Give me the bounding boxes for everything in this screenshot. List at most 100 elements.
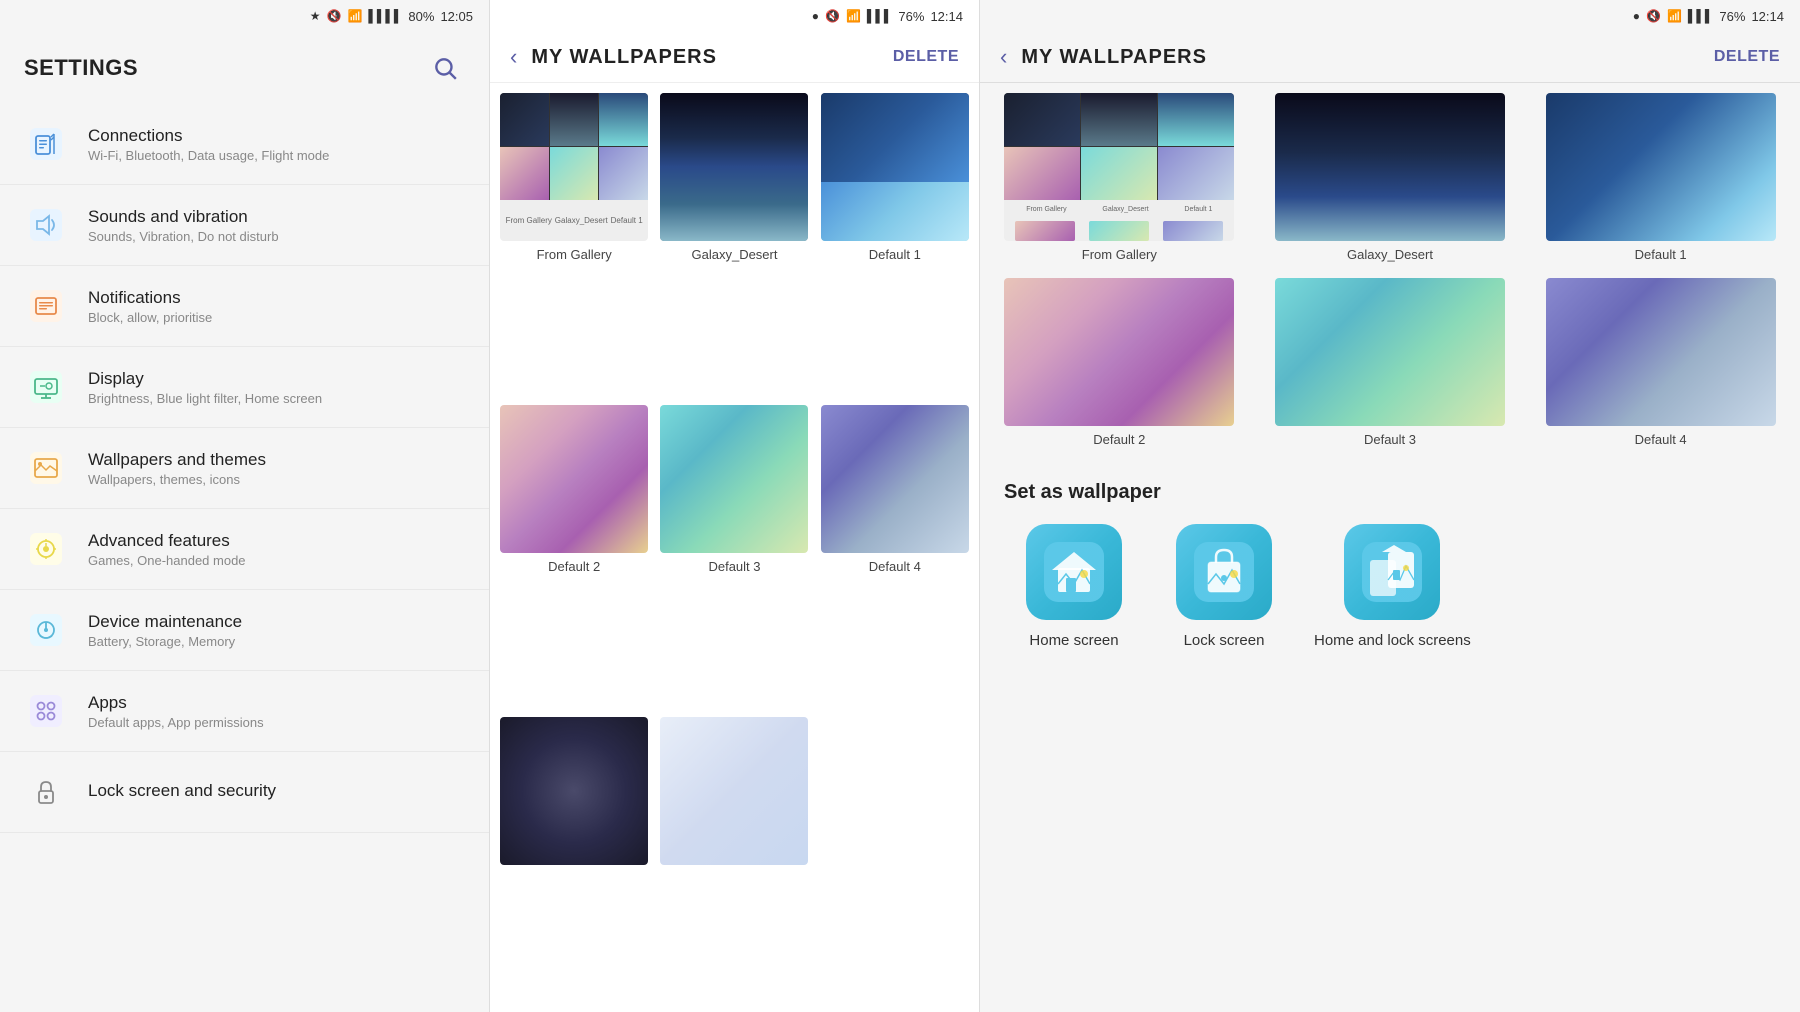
- wallpaper-label-right-galaxy-desert: Galaxy_Desert: [1347, 247, 1433, 262]
- bt-icon-3: ●: [1633, 9, 1640, 23]
- wallpaper-label-from-gallery: From Gallery: [537, 247, 612, 262]
- sounds-icon: [24, 203, 68, 247]
- wallpaper-thumb-right-default3: [1275, 278, 1505, 426]
- search-button[interactable]: [425, 48, 465, 88]
- advanced-title: Advanced features: [88, 531, 246, 551]
- delete-button-middle[interactable]: DELETE: [893, 48, 959, 66]
- delete-button-right[interactable]: DELETE: [1714, 48, 1780, 66]
- mute-icon-2: 🔇: [825, 9, 840, 23]
- lock-screen-label: Lock screen: [1184, 632, 1265, 649]
- sounds-text: Sounds and vibration Sounds, Vibration, …: [88, 207, 279, 244]
- wallpaper-cell-dark-spiral[interactable]: [494, 711, 654, 1008]
- wallpaper-thumb-right-from-gallery: From GalleryGalaxy_DesertDefault 1: [1004, 93, 1234, 241]
- wallpapers-icon: [24, 446, 68, 490]
- back-button-right[interactable]: ‹: [1000, 44, 1007, 70]
- wallpaper-label-right-default4: Default 4: [1635, 432, 1687, 447]
- status-bar-3: ● 🔇 📶 ▌▌▌ 76% 12:14: [980, 0, 1800, 32]
- device-text: Device maintenance Battery, Storage, Mem…: [88, 612, 242, 649]
- wallpaper-label-default2: Default 2: [548, 559, 600, 574]
- display-text: Display Brightness, Blue light filter, H…: [88, 369, 322, 406]
- lockscreen-icon: [24, 770, 68, 814]
- notifications-text: Notifications Block, allow, prioritise: [88, 288, 212, 325]
- wifi-icon-3: 📶: [1667, 9, 1682, 23]
- apps-text: Apps Default apps, App permissions: [88, 693, 264, 730]
- settings-item-wallpapers[interactable]: Wallpapers and themes Wallpapers, themes…: [0, 428, 489, 509]
- settings-item-lockscreen[interactable]: Lock screen and security: [0, 752, 489, 833]
- connections-icon: [24, 122, 68, 166]
- wallpapers-grid-right: From GalleryGalaxy_DesertDefault 1 From …: [980, 83, 1800, 461]
- wallpaper-cell-right-default2[interactable]: Default 2: [984, 272, 1255, 457]
- wallpapers-text: Wallpapers and themes Wallpapers, themes…: [88, 450, 266, 487]
- wallpapers-subtitle: Wallpapers, themes, icons: [88, 472, 266, 487]
- settings-item-device[interactable]: Device maintenance Battery, Storage, Mem…: [0, 590, 489, 671]
- wallpaper-cell-galaxy-desert[interactable]: Galaxy_Desert: [654, 87, 814, 399]
- settings-title: SETTINGS: [24, 55, 138, 81]
- wallpaper-thumb-white-feather: [660, 717, 808, 865]
- bluetooth-icon: ★: [310, 9, 321, 23]
- signal-icon-3: ▌▌▌: [1688, 9, 1714, 23]
- wallpapers-header-right: ‹ MY WALLPAPERS DELETE: [980, 32, 1800, 83]
- status-bar-2: ● 🔇 📶 ▌▌▌ 76% 12:14: [490, 0, 979, 32]
- wallpaper-cell-right-default4[interactable]: Default 4: [1525, 272, 1796, 457]
- notifications-subtitle: Block, allow, prioritise: [88, 310, 212, 325]
- time-text-3: 12:14: [1751, 9, 1784, 24]
- wallpaper-cell-white-feather[interactable]: [654, 711, 814, 1008]
- connections-title: Connections: [88, 126, 329, 146]
- wallpapers-title-right: MY WALLPAPERS: [1021, 46, 1207, 69]
- wallpaper-cell-right-default1[interactable]: Default 1: [1525, 87, 1796, 272]
- lockscreen-text: Lock screen and security: [88, 781, 276, 803]
- status-bar-1: ★ 🔇 📶 ▌▌▌▌ 80% 12:05: [0, 0, 489, 32]
- time-text-1: 12:05: [440, 9, 473, 24]
- wallpaper-thumb-right-default4: [1546, 278, 1776, 426]
- settings-item-notifications[interactable]: Notifications Block, allow, prioritise: [0, 266, 489, 347]
- set-as-wallpaper-title: Set as wallpaper: [1004, 481, 1776, 504]
- wallpaper-cell-right-from-gallery[interactable]: From GalleryGalaxy_DesertDefault 1 From …: [984, 87, 1255, 272]
- wallpaper-thumb-default1: [821, 93, 969, 241]
- wallpaper-option-home-and-lock[interactable]: Home and lock screens: [1314, 524, 1471, 649]
- wallpaper-cell-from-gallery[interactable]: From Gallery Galaxy_Desert Default 1 Fro…: [494, 87, 654, 399]
- wallpaper-label-default4: Default 4: [869, 559, 921, 574]
- settings-item-sounds[interactable]: Sounds and vibration Sounds, Vibration, …: [0, 185, 489, 266]
- signal-icon: ▌▌▌▌: [368, 9, 402, 23]
- wallpaper-cell-default3[interactable]: Default 3: [654, 399, 814, 711]
- header-left-right: ‹ MY WALLPAPERS: [1000, 44, 1207, 70]
- wallpapers-title-middle: MY WALLPAPERS: [531, 46, 717, 69]
- display-icon: [24, 365, 68, 409]
- search-icon: [432, 55, 458, 81]
- back-button-middle[interactable]: ‹: [510, 44, 517, 70]
- settings-item-advanced[interactable]: Advanced features Games, One-handed mode: [0, 509, 489, 590]
- connections-text: Connections Wi-Fi, Bluetooth, Data usage…: [88, 126, 329, 163]
- wallpaper-cell-default4[interactable]: Default 4: [815, 399, 975, 711]
- wallpaper-cell-default1[interactable]: Default 1: [815, 87, 975, 399]
- notifications-icon: [24, 284, 68, 328]
- wallpaper-options: Home screen: [1004, 524, 1776, 649]
- wallpaper-label-right-default2: Default 2: [1093, 432, 1145, 447]
- wallpaper-option-lock-screen[interactable]: Lock screen: [1164, 524, 1284, 649]
- wallpaper-cell-default2[interactable]: Default 2: [494, 399, 654, 711]
- wallpaper-thumb-galaxy-desert: [660, 93, 808, 241]
- advanced-icon: [24, 527, 68, 571]
- set-as-wallpaper-section: Set as wallpaper: [980, 461, 1800, 659]
- home-screen-label: Home screen: [1029, 632, 1118, 649]
- sounds-title: Sounds and vibration: [88, 207, 279, 227]
- battery-text-2: 76%: [898, 9, 924, 24]
- sounds-subtitle: Sounds, Vibration, Do not disturb: [88, 229, 279, 244]
- wallpapers-panel-right: ● 🔇 📶 ▌▌▌ 76% 12:14 ‹ MY WALLPAPERS DELE…: [980, 0, 1800, 1012]
- wallpaper-thumb-right-default1: [1546, 93, 1776, 241]
- wallpapers-grid-middle: From Gallery Galaxy_Desert Default 1 Fro…: [490, 83, 979, 1012]
- home-screen-icon: [1026, 524, 1122, 620]
- wallpaper-thumb-dark-spiral: [500, 717, 648, 865]
- settings-item-display[interactable]: Display Brightness, Blue light filter, H…: [0, 347, 489, 428]
- settings-item-apps[interactable]: Apps Default apps, App permissions: [0, 671, 489, 752]
- settings-list: Connections Wi-Fi, Bluetooth, Data usage…: [0, 104, 489, 1012]
- wallpaper-label-galaxy-desert: Galaxy_Desert: [692, 247, 778, 262]
- lockscreen-title: Lock screen and security: [88, 781, 276, 801]
- settings-item-connections[interactable]: Connections Wi-Fi, Bluetooth, Data usage…: [0, 104, 489, 185]
- wallpaper-cell-right-galaxy-desert[interactable]: Galaxy_Desert: [1255, 87, 1526, 272]
- wallpaper-option-home-screen[interactable]: Home screen: [1014, 524, 1134, 649]
- wallpaper-cell-right-default3[interactable]: Default 3: [1255, 272, 1526, 457]
- wallpaper-thumb-right-default2: [1004, 278, 1234, 426]
- wallpaper-thumb-default3: [660, 405, 808, 553]
- wallpapers-title: Wallpapers and themes: [88, 450, 266, 470]
- wallpaper-label-right-default3: Default 3: [1364, 432, 1416, 447]
